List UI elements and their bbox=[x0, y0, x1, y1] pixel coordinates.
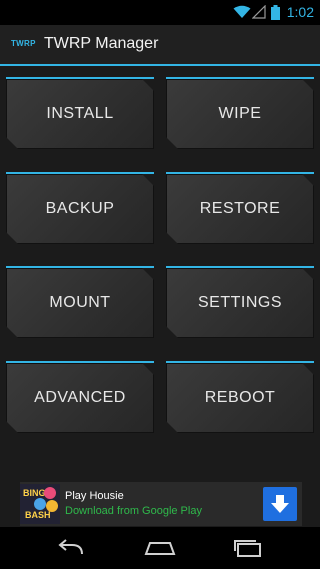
wipe-button-label: WIPE bbox=[218, 105, 262, 122]
download-button[interactable] bbox=[263, 487, 297, 521]
settings-button[interactable]: SETTINGS bbox=[166, 266, 314, 338]
ad-subtitle[interactable]: Download from Google Play bbox=[65, 505, 202, 517]
reboot-button[interactable]: REBOOT bbox=[166, 361, 314, 433]
restore-button[interactable]: RESTORE bbox=[166, 172, 314, 244]
mount-button-label: MOUNT bbox=[49, 294, 111, 311]
install-button[interactable]: INSTALL bbox=[6, 77, 154, 149]
backup-button[interactable]: BACKUP bbox=[6, 172, 154, 244]
install-button-label: INSTALL bbox=[46, 105, 114, 122]
advanced-button-label: ADVANCED bbox=[34, 389, 126, 406]
navigation-bar bbox=[0, 527, 320, 569]
reboot-button-label: REBOOT bbox=[204, 389, 276, 406]
home-icon bbox=[144, 542, 176, 555]
bingo-ball-icon bbox=[34, 498, 46, 510]
restore-button-label: RESTORE bbox=[199, 200, 281, 217]
back-button[interactable] bbox=[52, 536, 92, 560]
ad-title[interactable]: Play Housie bbox=[65, 490, 124, 502]
download-icon bbox=[271, 495, 289, 513]
ad-banner[interactable]: BINGO BASH Play Housie Download from Goo… bbox=[20, 482, 302, 526]
back-icon bbox=[58, 539, 83, 555]
bingo-ball-icon bbox=[44, 487, 56, 499]
backup-button-label: BACKUP bbox=[45, 200, 115, 217]
ad-icon-text-bottom: BASH bbox=[25, 510, 51, 520]
settings-button-label: SETTINGS bbox=[197, 294, 282, 311]
recents-button[interactable] bbox=[228, 536, 268, 560]
recents-icon bbox=[234, 540, 261, 557]
mount-button[interactable]: MOUNT bbox=[6, 266, 154, 338]
ad-app-icon[interactable]: BINGO BASH bbox=[20, 484, 60, 524]
advanced-button[interactable]: ADVANCED bbox=[6, 361, 154, 433]
wipe-button[interactable]: WIPE bbox=[166, 77, 314, 149]
home-button[interactable] bbox=[140, 536, 180, 560]
